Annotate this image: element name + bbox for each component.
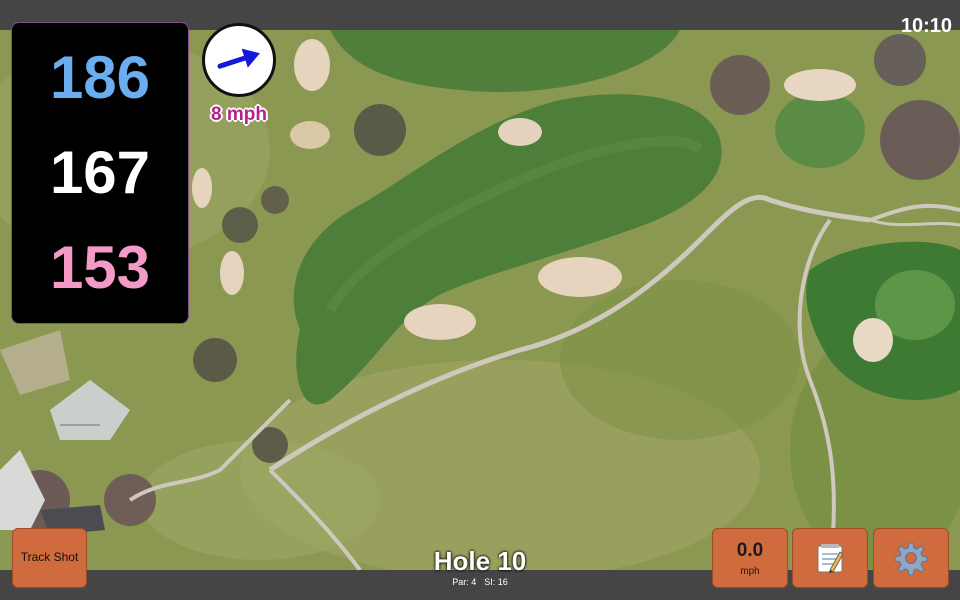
- distance-center-of-green: 167: [49, 138, 151, 206]
- track-shot-button[interactable]: Track Shot: [12, 528, 87, 588]
- settings-button[interactable]: [873, 528, 949, 588]
- track-shot-label: Track Shot: [20, 550, 79, 565]
- wind-direction-indicator: [202, 23, 276, 97]
- distance-front-of-green: 153: [49, 233, 151, 301]
- hole-info: Hole 10 Par: 4 SI: 16: [400, 548, 560, 587]
- wind-arrow-icon: [217, 48, 260, 69]
- status-clock: 10:10: [900, 15, 952, 37]
- notes-button[interactable]: [792, 528, 868, 588]
- distance-panel: 186 167 153: [11, 22, 189, 324]
- speed-value: 0.0: [736, 539, 764, 561]
- hole-details: Par: 4 SI: 16: [400, 577, 560, 587]
- notepad-icon: [817, 544, 844, 573]
- hole-stroke-index: SI: 16: [484, 577, 508, 587]
- hole-par: Par: 4: [452, 577, 477, 587]
- distance-back-of-green: 186: [49, 44, 151, 112]
- speed-button[interactable]: 0.0 mph: [712, 528, 788, 588]
- wind-speed-label: 8 mph: [211, 104, 267, 125]
- hole-title: Hole 10: [433, 546, 527, 576]
- gear-icon: [894, 542, 928, 575]
- speed-unit: mph: [740, 565, 760, 577]
